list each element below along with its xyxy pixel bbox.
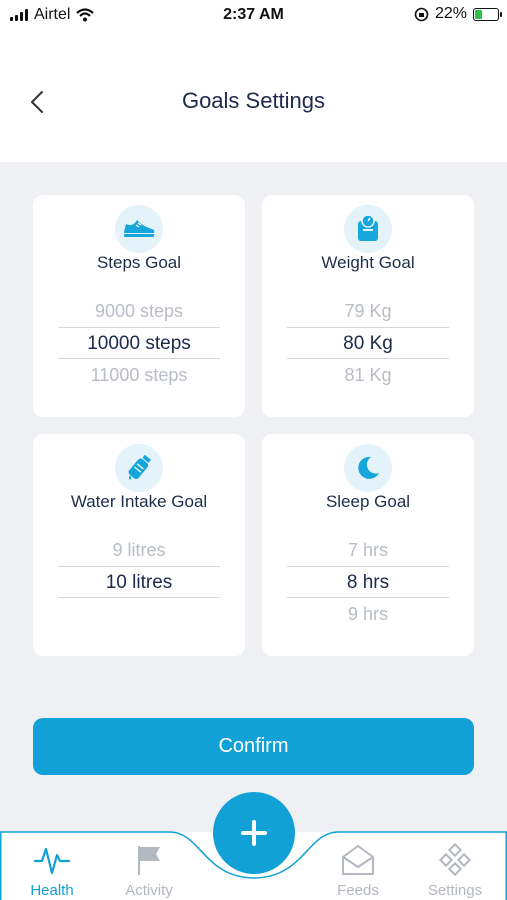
picker-option[interactable]: 9 hrs xyxy=(287,598,449,630)
status-bar: Airtel 2:37 AM 22% xyxy=(0,0,507,32)
picker-option[interactable]: 9000 steps xyxy=(58,295,220,327)
picker-option[interactable] xyxy=(58,598,220,630)
picker-option[interactable]: 9 litres xyxy=(58,534,220,566)
picker-selected-option[interactable]: 10 litres xyxy=(58,566,220,598)
add-button[interactable] xyxy=(213,792,295,874)
settings-grid-icon xyxy=(410,842,500,878)
steps-goal-picker[interactable]: 9000 steps 10000 steps 11000 steps xyxy=(58,295,220,391)
steps-goal-card: Steps Goal 9000 steps 10000 steps 11000 … xyxy=(33,195,245,417)
steps-goal-title: Steps Goal xyxy=(96,253,182,272)
water-intake-goal-picker[interactable]: 9 litres 10 litres xyxy=(58,534,220,630)
weight-goal-picker[interactable]: 79 Kg 80 Kg 81 Kg xyxy=(287,295,449,391)
tab-feeds[interactable]: Feeds xyxy=(313,842,403,899)
picker-selected-option[interactable]: 80 Kg xyxy=(287,327,449,359)
status-icons: 22% xyxy=(414,5,502,23)
tab-activity[interactable]: Activity xyxy=(104,842,194,899)
tab-feeds-label: Feeds xyxy=(337,882,379,899)
water-bottle-icon xyxy=(115,444,163,492)
tab-health[interactable]: Health xyxy=(7,842,97,899)
picker-selected-option[interactable]: 10000 steps xyxy=(58,327,220,359)
plus-icon xyxy=(241,820,267,846)
picker-selected-option[interactable]: 8 hrs xyxy=(287,566,449,598)
heartbeat-icon xyxy=(7,842,97,878)
weight-goal-title: Weight Goal xyxy=(321,253,415,272)
tab-settings[interactable]: Settings xyxy=(410,842,500,899)
confirm-button[interactable]: Confirm xyxy=(33,718,474,775)
weight-goal-card: Weight Goal 79 Kg 80 Kg 81 Kg xyxy=(262,195,474,417)
battery-icon xyxy=(473,7,502,21)
picker-option[interactable]: 79 Kg xyxy=(287,295,449,327)
sleep-goal-picker[interactable]: 7 hrs 8 hrs 9 hrs xyxy=(287,534,449,630)
rotation-lock-icon xyxy=(414,7,429,21)
picker-option[interactable]: 7 hrs xyxy=(287,534,449,566)
tab-activity-label: Activity xyxy=(125,882,173,899)
scale-icon xyxy=(344,205,392,253)
shoe-icon xyxy=(115,205,163,253)
goals-content: Steps Goal 9000 steps 10000 steps 11000 … xyxy=(0,162,507,832)
sleep-goal-title: Sleep Goal xyxy=(325,492,411,511)
picker-option[interactable]: 81 Kg xyxy=(287,359,449,391)
battery-percent: 22% xyxy=(434,5,467,22)
header: Goals Settings xyxy=(0,32,507,162)
tab-settings-label: Settings xyxy=(427,882,483,899)
water-intake-goal-title: Water Intake Goal xyxy=(70,492,208,511)
moon-icon xyxy=(344,444,392,492)
water-intake-goal-card: Water Intake Goal 9 litres 10 litres xyxy=(33,434,245,656)
sleep-goal-card: Sleep Goal 7 hrs 8 hrs 9 hrs xyxy=(262,434,474,656)
tab-health-label: Health xyxy=(30,882,74,899)
picker-option[interactable]: 11000 steps xyxy=(58,359,220,391)
flag-icon xyxy=(104,842,194,878)
envelope-icon xyxy=(313,842,403,878)
page-title: Goals Settings xyxy=(181,88,326,113)
